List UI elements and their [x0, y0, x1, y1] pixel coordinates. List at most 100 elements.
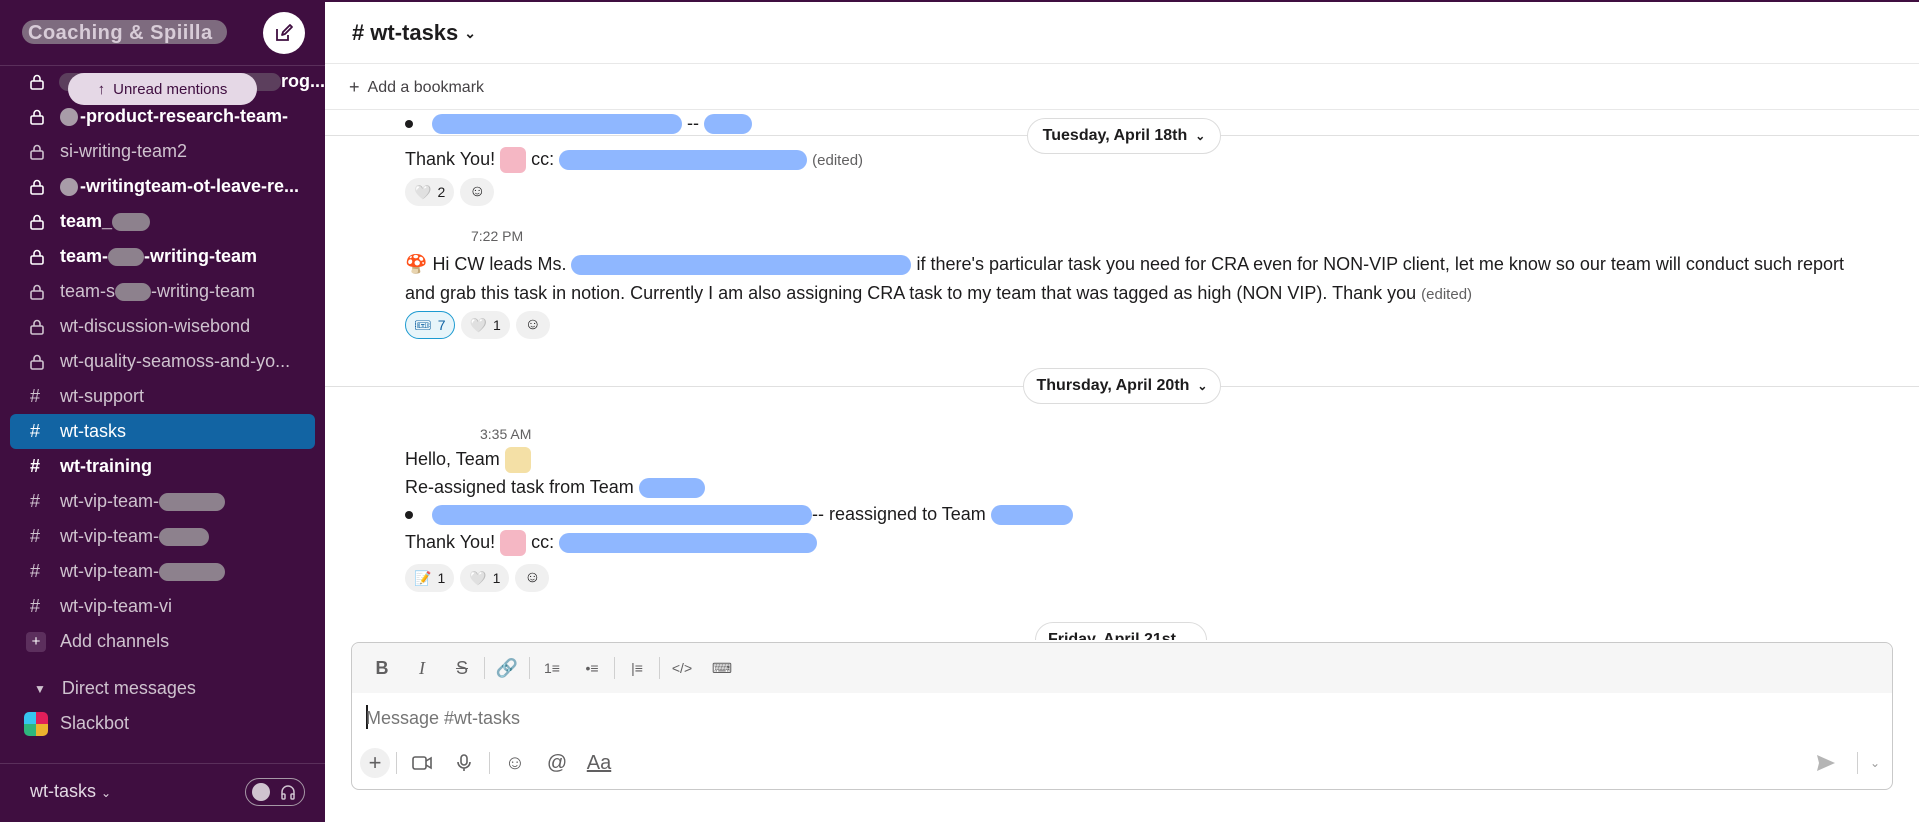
- hash-icon: #: [30, 421, 41, 441]
- sidebar-item-label: rog...: [281, 71, 325, 91]
- sidebar-item-channel[interactable]: [0, 42, 325, 64]
- sidebar-item-channel[interactable]: # wt-vip-team-: [0, 554, 325, 589]
- reaction-heart[interactable]: 🤍 2: [405, 178, 455, 206]
- sidebar-item-channel[interactable]: team-s -writing-team: [0, 274, 325, 309]
- date-label: Tuesday, April 18th: [1042, 127, 1188, 144]
- date-label: Friday, April 21st: [1047, 631, 1176, 640]
- strikethrough-icon: S: [455, 657, 468, 678]
- sidebar-item-channel[interactable]: team- -writing-team: [0, 239, 325, 274]
- main-panel: # wt-tasks ⌄ + Add a bookmark -- Tuesday,…: [325, 0, 1919, 822]
- memo-icon: 📝: [414, 569, 432, 586]
- reaction-memo[interactable]: 📝 1: [405, 564, 455, 592]
- timestamp[interactable]: 3:35 AM: [480, 426, 531, 442]
- timestamp[interactable]: 7:22 PM: [471, 228, 523, 244]
- redacted-text: [159, 562, 226, 581]
- add-reaction-button[interactable]: ☺: [515, 564, 550, 592]
- redacted-mention[interactable]: [990, 505, 1073, 526]
- message-text: Thank You! cc: (edited): [405, 146, 863, 174]
- add-bookmark-button[interactable]: + Add a bookmark: [349, 77, 484, 98]
- separator: [614, 657, 615, 679]
- hash-icon: #: [352, 20, 365, 45]
- video-icon: [412, 756, 432, 770]
- message-text: Hello, Team: [405, 446, 531, 474]
- bulleted-list-button[interactable]: •≡: [572, 652, 612, 684]
- attach-button[interactable]: +: [360, 748, 390, 778]
- redacted-text: [159, 492, 226, 511]
- send-button[interactable]: [1807, 747, 1845, 779]
- message-input[interactable]: [366, 703, 1766, 733]
- lock-icon: [30, 249, 60, 265]
- redacted-mention[interactable]: [571, 255, 912, 276]
- redacted-mention[interactable]: [559, 533, 818, 554]
- italic-button[interactable]: I: [402, 652, 442, 684]
- redacted-mention[interactable]: [638, 478, 705, 499]
- date-divider-button[interactable]: Friday, April 21st ⌄: [1035, 622, 1207, 640]
- add-channels-button[interactable]: + Add channels: [0, 624, 325, 659]
- blockquote-icon: |≡: [631, 660, 643, 676]
- footer-channel-button[interactable]: wt-tasks ⌄: [30, 781, 111, 802]
- sidebar-item-wt-tasks[interactable]: # wt-tasks: [10, 414, 315, 449]
- ordered-list-button[interactable]: 1≡: [532, 652, 572, 684]
- schedule-send-button[interactable]: ⌄: [1870, 756, 1880, 770]
- lock-icon: [30, 179, 60, 195]
- video-clip-button[interactable]: [403, 747, 441, 779]
- reaction-count: 1: [493, 317, 501, 333]
- audio-clip-button[interactable]: [445, 747, 483, 779]
- emoji-icon: ☺: [504, 751, 526, 774]
- add-reaction-button[interactable]: ☺: [460, 178, 495, 206]
- reaction-ticket[interactable]: 🎟 7: [405, 311, 455, 339]
- code-button[interactable]: </>: [662, 652, 702, 684]
- separator: [1856, 752, 1858, 774]
- reactions: 🤍 2 ☺: [405, 178, 495, 206]
- channel-title-button[interactable]: # wt-tasks ⌄: [352, 20, 476, 46]
- heart-icon: 🤍: [414, 183, 432, 200]
- sidebar-item-channel[interactable]: si-writing-team2: [0, 134, 325, 169]
- strikethrough-button[interactable]: S: [442, 652, 482, 684]
- sidebar-item-channel[interactable]: wt-quality-seamoss-and-yo...: [0, 344, 325, 379]
- sidebar: Coaching & Spiilla ↑ Unread mentions rog…: [0, 0, 325, 822]
- dash-text: --: [687, 113, 700, 133]
- sidebar-item-channel[interactable]: # wt-training: [0, 449, 325, 484]
- sidebar-item-label: wt-tasks: [60, 421, 127, 441]
- unread-mentions-button[interactable]: ↑ Unread mentions: [68, 73, 257, 105]
- blockquote-button[interactable]: |≡: [617, 652, 657, 684]
- code-block-button[interactable]: ⌨: [702, 652, 742, 684]
- sidebar-item-channel[interactable]: # wt-vip-team-: [0, 484, 325, 519]
- text: Hi CW leads Ms.: [432, 254, 567, 274]
- redacted-text: [115, 282, 152, 301]
- reaction-count: 1: [492, 570, 501, 586]
- sidebar-item-channel[interactable]: # wt-vip-team-vi: [0, 589, 325, 624]
- link-button[interactable]: 🔗: [487, 652, 527, 684]
- sidebar-item-label: wt-quality-seamoss-and-yo...: [60, 351, 291, 371]
- direct-messages-header[interactable]: ▼ Direct messages: [0, 671, 325, 706]
- redacted-mention[interactable]: [559, 150, 808, 171]
- date-divider-button[interactable]: Thursday, April 20th ⌄: [1023, 368, 1221, 404]
- send-icon: [1816, 755, 1835, 771]
- reaction-heart[interactable]: 🤍 1: [460, 564, 510, 592]
- sidebar-item-channel[interactable]: wt-discussion-wisebond: [0, 309, 325, 344]
- emoji-button[interactable]: ☺: [496, 747, 534, 779]
- workspace-name-button[interactable]: Coaching & Spiilla: [22, 20, 227, 44]
- huddle-toggle[interactable]: [245, 778, 305, 806]
- bold-button[interactable]: B: [362, 652, 402, 684]
- bookmark-bar: + Add a bookmark: [325, 65, 1919, 110]
- text-format-button[interactable]: Aa: [580, 747, 618, 779]
- sidebar-item-slackbot[interactable]: Slackbot: [0, 706, 325, 741]
- chevron-down-icon: ⌄: [1869, 756, 1880, 770]
- redacted-link[interactable]: [432, 114, 683, 135]
- sidebar-item-label: team_: [60, 211, 113, 231]
- message-list: -- Tuesday, April 18th ⌄ Thank You! cc: …: [325, 110, 1919, 640]
- chevron-down-icon: ⌄: [1197, 379, 1208, 393]
- add-reaction-button[interactable]: ☺: [515, 311, 550, 339]
- sidebar-item-channel[interactable]: team_: [0, 204, 325, 239]
- mention-button[interactable]: @: [538, 747, 576, 779]
- date-divider-button[interactable]: Tuesday, April 18th ⌄: [1027, 118, 1221, 154]
- bullet: [405, 120, 413, 129]
- sidebar-item-label: wt-discussion-wisebond: [60, 316, 251, 336]
- sidebar-item-channel[interactable]: # wt-vip-team-: [0, 519, 325, 554]
- reaction-heart[interactable]: 🤍 1: [460, 311, 510, 339]
- redacted-link[interactable]: [704, 114, 753, 135]
- sidebar-item-channel[interactable]: -writingteam-ot-leave-re...: [0, 169, 325, 204]
- sidebar-item-channel[interactable]: # wt-support: [0, 379, 325, 414]
- redacted-link[interactable]: [432, 505, 813, 526]
